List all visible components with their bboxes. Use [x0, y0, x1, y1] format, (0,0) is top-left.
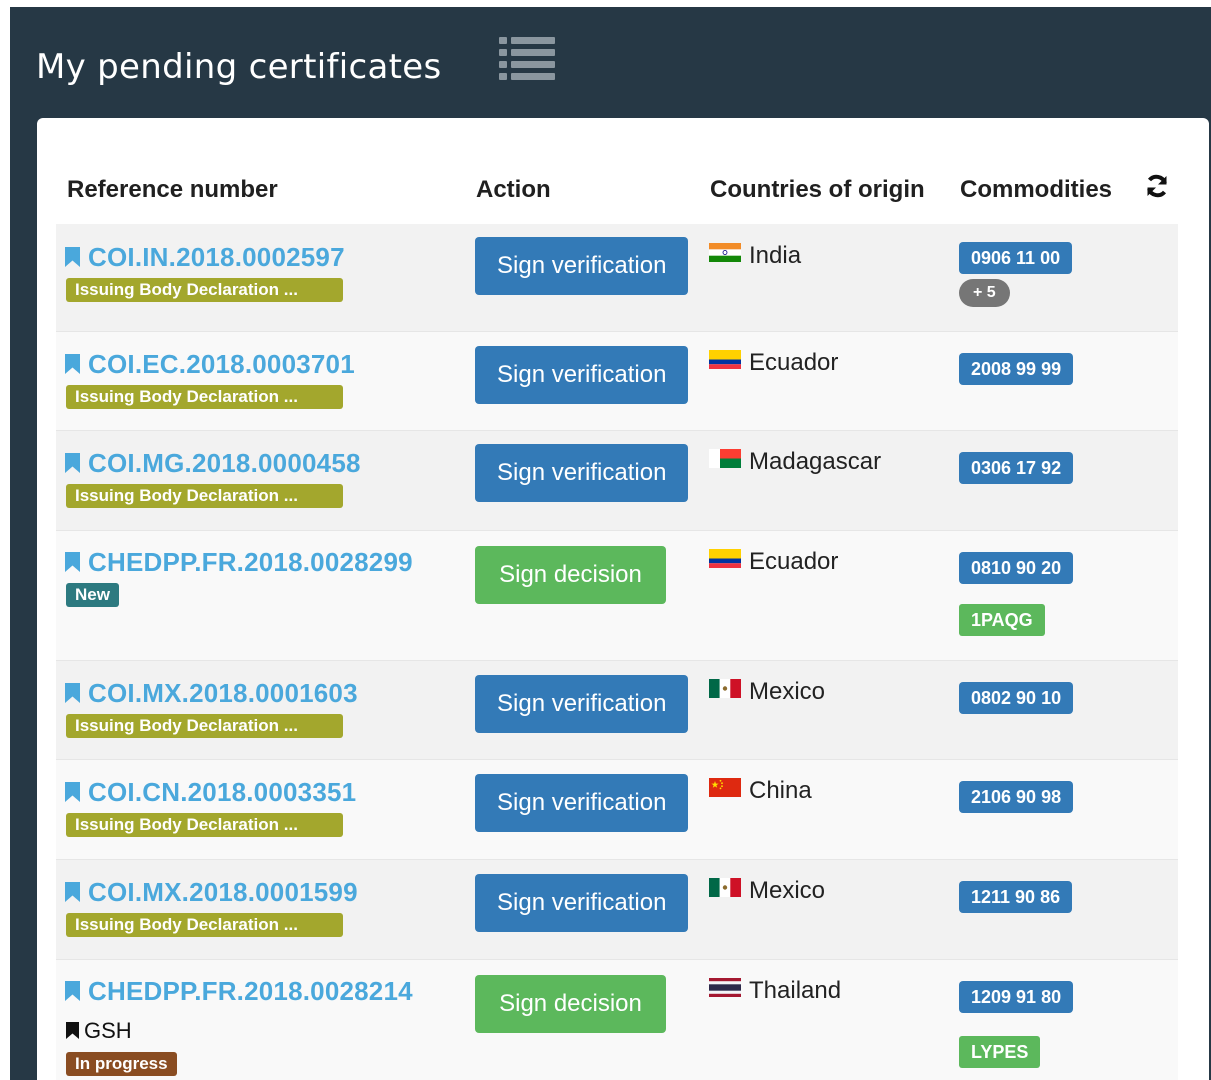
sign-verification-button[interactable]: Sign verification [475, 874, 688, 932]
reference-number: CHEDPP.FR.2018.0028214 [88, 976, 413, 1006]
table-row: COI.MX.2018.0001599 Issuing Body Declara… [56, 860, 1178, 959]
status-badge: Issuing Body Declaration ... [66, 913, 343, 937]
header-commodities[interactable]: Commodities [960, 176, 1112, 204]
sign-verification-button[interactable]: Sign verification [475, 444, 688, 502]
commodity-badge[interactable]: 0810 90 20 [959, 552, 1074, 584]
bookmark-icon [65, 453, 80, 473]
status-badge: In progress [66, 1052, 177, 1076]
country-cell: Ecuador [709, 548, 838, 576]
commodity-badge[interactable]: 2008 99 99 [959, 353, 1074, 385]
country-cell: India [709, 242, 801, 270]
country-name: Madagascar [749, 448, 882, 475]
bookmark-icon [65, 683, 80, 703]
reference-link[interactable]: CHEDPP.FR.2018.0028214 [65, 976, 413, 1007]
table-row: COI.MG.2018.0000458 Issuing Body Declara… [56, 431, 1178, 530]
bookmark-tag-text: GSH [84, 1018, 132, 1043]
panel-title: My pending certificates [36, 47, 442, 87]
reference-link[interactable]: COI.CN.2018.0003351 [65, 777, 356, 808]
reference-number: COI.MG.2018.0000458 [88, 448, 361, 478]
reference-link[interactable]: COI.IN.2018.0002597 [65, 242, 345, 273]
sign-verification-button[interactable]: Sign verification [475, 675, 688, 733]
country-name: Ecuador [749, 349, 839, 376]
bookmark-icon [65, 354, 80, 374]
country-cell: China [709, 777, 812, 805]
table-row: CHEDPP.FR.2018.0028299 New Sign decision… [56, 531, 1178, 660]
commodity-badge[interactable]: 0306 17 92 [959, 452, 1074, 484]
sign-decision-button[interactable]: Sign decision [475, 546, 666, 604]
code-badge: 1PAQG [959, 604, 1045, 636]
flag-icon [709, 449, 741, 468]
reference-link[interactable]: CHEDPP.FR.2018.0028299 [65, 547, 413, 578]
reference-link[interactable]: COI.MG.2018.0000458 [65, 448, 361, 479]
reference-number: COI.MX.2018.0001599 [88, 877, 358, 907]
country-cell: Mexico [709, 678, 825, 706]
reference-link[interactable]: COI.MX.2018.0001603 [65, 678, 358, 709]
table-row: COI.EC.2018.0003701 Issuing Body Declara… [56, 332, 1178, 430]
header-countries[interactable]: Countries of origin [710, 176, 925, 204]
country-cell: Madagascar [709, 448, 881, 476]
flag-icon [709, 878, 741, 897]
bookmark-icon [65, 552, 80, 572]
header-action: Action [476, 176, 551, 203]
country-cell: Thailand [709, 977, 841, 1005]
sign-verification-button[interactable]: Sign verification [475, 346, 688, 404]
bookmark-icon [65, 882, 80, 902]
refresh-icon[interactable] [1143, 172, 1171, 200]
reference-link[interactable]: COI.EC.2018.0003701 [65, 349, 355, 380]
flag-icon [709, 350, 741, 369]
bookmark-tag: GSH [66, 1018, 132, 1044]
country-cell: Ecuador [709, 349, 838, 377]
country-name: Mexico [749, 877, 826, 904]
commodity-badge[interactable]: 0906 11 00 [959, 242, 1073, 274]
reference-number: COI.CN.2018.0003351 [88, 777, 357, 807]
country-name: China [749, 777, 812, 804]
bookmark-icon [65, 782, 80, 802]
reference-link[interactable]: COI.MX.2018.0001599 [65, 877, 358, 908]
reference-number: COI.IN.2018.0002597 [88, 242, 345, 272]
table-row: COI.IN.2018.0002597 Issuing Body Declara… [56, 224, 1178, 331]
table-row: COI.MX.2018.0001603 Issuing Body Declara… [56, 661, 1178, 759]
country-name: Mexico [749, 678, 826, 705]
header-reference[interactable]: Reference number [67, 176, 278, 204]
pending-certificates-panel: My pending certificates Reference number… [10, 7, 1211, 1080]
status-badge: Issuing Body Declaration ... [66, 484, 343, 508]
bookmark-icon [65, 981, 80, 1001]
flag-icon [709, 778, 741, 797]
list-icon[interactable] [499, 37, 555, 81]
more-commodities-badge[interactable]: + 5 [959, 279, 1010, 307]
flag-icon [709, 978, 741, 997]
sign-verification-button[interactable]: Sign verification [475, 774, 688, 832]
status-badge: Issuing Body Declaration ... [66, 385, 343, 409]
table-row: CHEDPP.FR.2018.0028214 GSH In progress S… [56, 960, 1178, 1080]
country-name: Thailand [749, 977, 842, 1004]
commodity-badge[interactable]: 0802 90 10 [959, 682, 1074, 714]
bookmark-icon [65, 247, 80, 267]
status-badge: Issuing Body Declaration ... [66, 714, 343, 738]
flag-icon [709, 549, 741, 568]
commodity-badge[interactable]: 2106 90 98 [959, 781, 1074, 813]
status-badge: Issuing Body Declaration ... [66, 278, 343, 302]
table-row: COI.CN.2018.0003351 Issuing Body Declara… [56, 760, 1178, 859]
commodity-badge[interactable]: 1211 90 86 [959, 881, 1073, 913]
sign-verification-button[interactable]: Sign verification [475, 237, 688, 295]
reference-number: CHEDPP.FR.2018.0028299 [88, 547, 413, 577]
country-cell: Mexico [709, 877, 825, 905]
status-badge: Issuing Body Declaration ... [66, 813, 343, 837]
reference-number: COI.MX.2018.0001603 [88, 678, 358, 708]
commodity-badge[interactable]: 1209 91 80 [959, 981, 1074, 1013]
country-name: Ecuador [749, 548, 839, 575]
bookmark-icon [66, 1022, 79, 1039]
reference-number: COI.EC.2018.0003701 [88, 349, 355, 379]
flag-icon [709, 679, 741, 698]
code-badge: LYPES [959, 1036, 1041, 1068]
certificates-card: Reference number Action Countries of ori… [37, 118, 1209, 1080]
flag-icon [709, 243, 741, 262]
sign-decision-button[interactable]: Sign decision [475, 975, 666, 1033]
country-name: India [749, 242, 802, 269]
status-badge: New [66, 583, 119, 607]
